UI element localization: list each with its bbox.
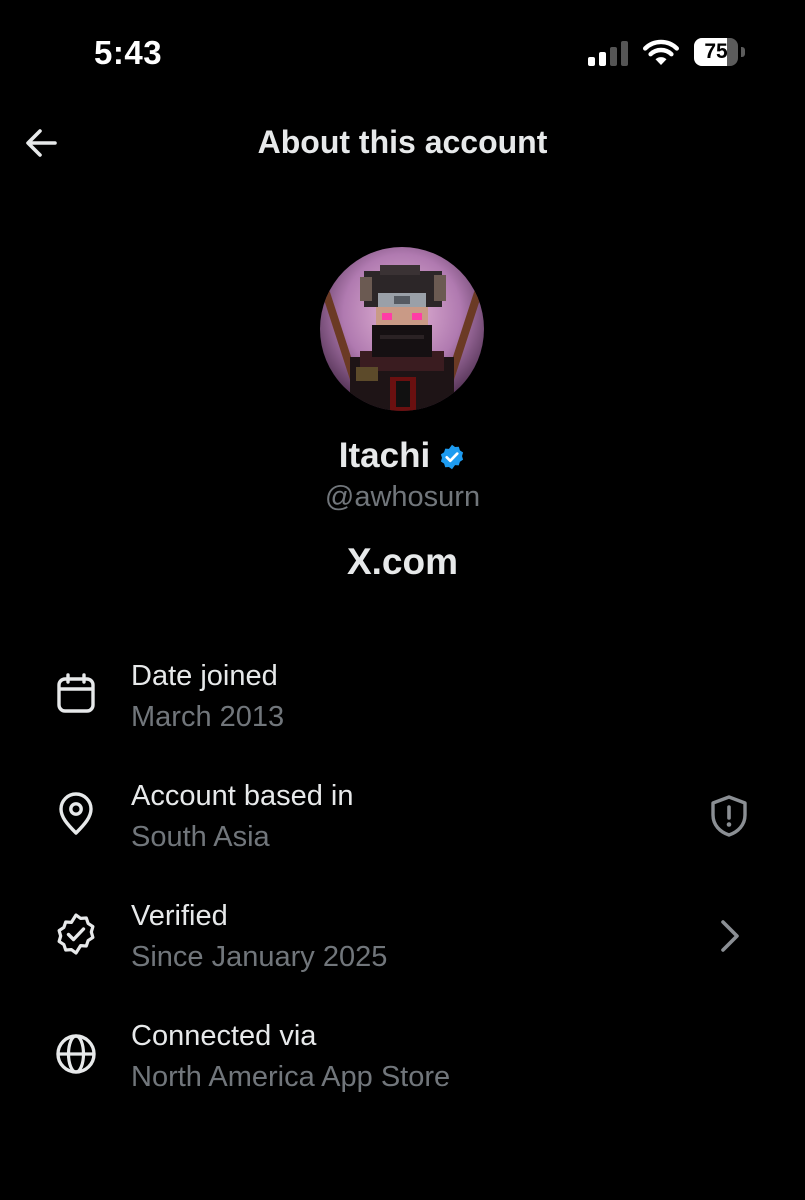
shield-alert-icon[interactable] [705,792,753,840]
display-name: Itachi [338,436,431,475]
row-label: Verified [131,900,228,932]
handle: @awhosurn [324,481,481,513]
battery-indicator: 75 [694,38,738,66]
battery-cap [741,47,745,57]
avatar-image [320,247,484,411]
location-pin-icon [59,792,93,835]
verified-badge-icon [441,444,464,470]
name-row: Itachi [0,436,805,476]
row-label: Account based in [131,780,354,812]
page-title: About this account [257,124,548,160]
info-row-connected-via: Connected via North America App Store [0,1010,805,1120]
globe-icon [56,1034,96,1074]
wifi-icon [643,39,679,65]
cellular-signal-icon [588,40,630,66]
platform-name: X.com [346,541,459,582]
row-value: Since January 2025 [131,941,388,973]
row-value: March 2013 [131,701,285,733]
chevron-right-icon[interactable] [705,912,753,960]
row-label: Date joined [131,660,278,692]
info-row-date-joined: Date joined March 2013 [0,650,805,760]
row-label: Connected via [131,1020,317,1052]
calendar-icon [57,673,95,713]
status-time: 5:43 [94,34,163,71]
verified-check-icon [57,913,95,955]
avatar[interactable] [320,247,484,411]
platform-label: X.com [0,541,805,583]
row-value: North America App Store [131,1061,451,1093]
battery-level: 75 [704,40,728,63]
row-value: South Asia [131,821,270,853]
status-bar: 5:43 75 [0,0,805,100]
info-row-account-based-in: Account based in South Asia [0,770,805,880]
info-row-verified[interactable]: Verified Since January 2025 [0,890,805,1000]
